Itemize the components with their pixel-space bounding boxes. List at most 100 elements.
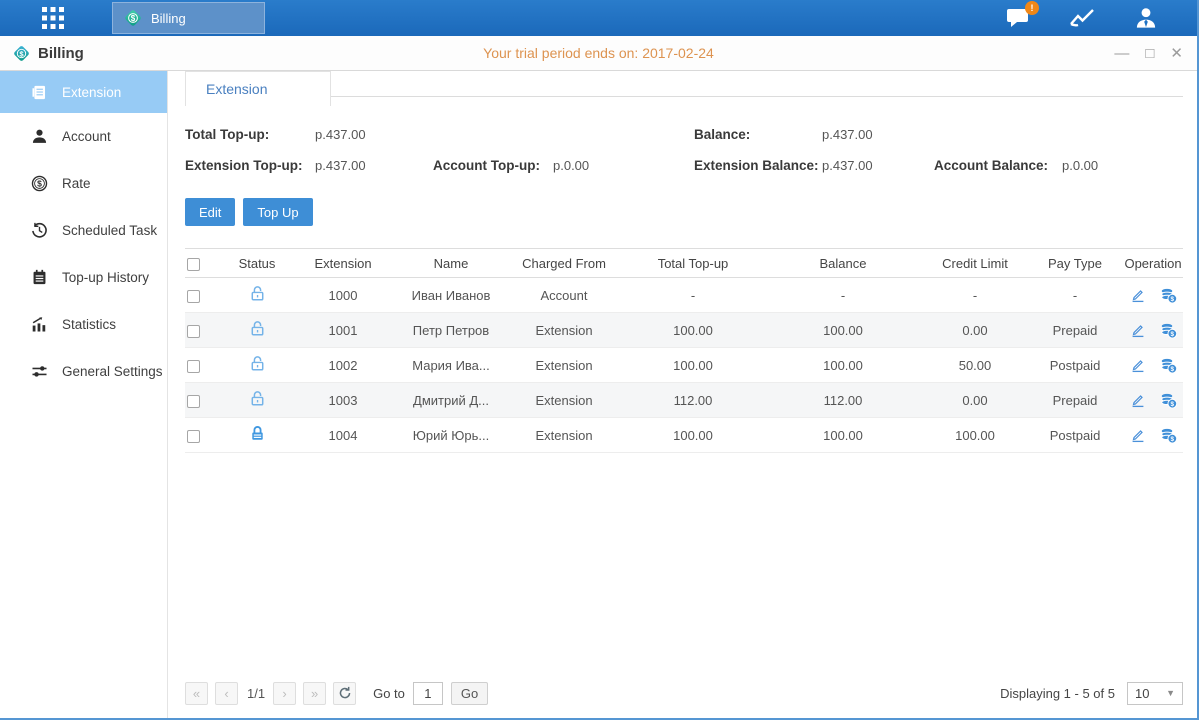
- svg-text:$: $: [1170, 436, 1174, 443]
- tab-extension[interactable]: Extension: [185, 71, 331, 106]
- reports-button[interactable]: [1067, 3, 1097, 33]
- select-all-checkbox[interactable]: [187, 258, 200, 271]
- minimize-button[interactable]: —: [1114, 46, 1129, 61]
- status-lock-icon: [221, 355, 293, 375]
- balance-value: р.437.00: [822, 127, 873, 142]
- row-checkbox[interactable]: [187, 395, 200, 408]
- refresh-icon: [338, 686, 352, 700]
- cell-name: Мария Ива...: [393, 358, 509, 373]
- refresh-button[interactable]: [333, 682, 356, 705]
- col-name: Name: [393, 256, 509, 271]
- sidebar-item-statistics[interactable]: Statistics: [0, 301, 167, 348]
- cell-balance: -: [767, 288, 919, 303]
- sidebar-item-extension[interactable]: Extension: [0, 71, 167, 113]
- cell-credit-limit: 0.00: [919, 393, 1031, 408]
- billing-app-window: $ Billing !: [0, 0, 1199, 720]
- edit-row-icon[interactable]: [1130, 357, 1146, 373]
- sidebar-item-label: Top-up History: [62, 270, 149, 285]
- row-checkbox[interactable]: [187, 430, 200, 443]
- row-checkbox[interactable]: [187, 325, 200, 338]
- go-button[interactable]: Go: [451, 682, 488, 705]
- taskbar-billing-tab[interactable]: $ Billing: [112, 2, 265, 34]
- cell-name: Юрий Юрь...: [393, 428, 509, 443]
- col-extension: Extension: [293, 256, 393, 271]
- cell-extension: 1001: [293, 323, 393, 338]
- general-settings-icon: [30, 363, 48, 381]
- cell-pay-type: -: [1031, 288, 1119, 303]
- user-menu-button[interactable]: [1131, 3, 1161, 33]
- table-row: 1003 Дмитрий Д... Extension 112.00 112.0…: [185, 383, 1183, 418]
- cell-charged-from: Extension: [509, 393, 619, 408]
- tab-strip: Extension: [185, 71, 1183, 106]
- cell-extension: 1004: [293, 428, 393, 443]
- displaying-info: Displaying 1 - 5 of 5: [1000, 686, 1115, 701]
- grid-icon: [40, 5, 66, 31]
- svg-text:$: $: [1170, 331, 1174, 338]
- messages-button[interactable]: !: [1003, 3, 1033, 33]
- app-grid-icon[interactable]: [33, 3, 73, 33]
- topup-row-icon[interactable]: $: [1160, 427, 1177, 444]
- col-credit-limit: Credit Limit: [919, 256, 1031, 271]
- prev-page-button[interactable]: ‹: [215, 682, 238, 705]
- cell-extension: 1002: [293, 358, 393, 373]
- scheduled-task-icon: [30, 222, 48, 240]
- col-total-topup: Total Top-up: [619, 256, 767, 271]
- svg-text:$: $: [37, 179, 42, 189]
- sidebar: Extension Account $ Rate: [0, 71, 168, 718]
- sidebar-item-rate[interactable]: $ Rate: [0, 160, 167, 207]
- main-content: Extension Total Top-up: р.437.00 Extensi…: [168, 71, 1197, 718]
- balance-summary: Total Top-up: р.437.00 Extension Top-up:…: [185, 119, 1183, 181]
- extension-topup-label: Extension Top-up:: [185, 158, 315, 173]
- sidebar-item-label: General Settings: [62, 364, 163, 379]
- goto-page-input[interactable]: [413, 682, 443, 705]
- sidebar-item-general-settings[interactable]: General Settings: [0, 348, 167, 395]
- cell-balance: 100.00: [767, 358, 919, 373]
- page-size-value: 10: [1135, 686, 1149, 701]
- svg-text:$: $: [1170, 366, 1174, 373]
- cell-pay-type: Postpaid: [1031, 428, 1119, 443]
- sidebar-item-topup-history[interactable]: Top-up History: [0, 254, 167, 301]
- cell-total-topup: 100.00: [619, 358, 767, 373]
- edit-row-icon[interactable]: [1130, 427, 1146, 443]
- last-page-button[interactable]: »: [303, 682, 326, 705]
- topup-row-icon[interactable]: $: [1160, 392, 1177, 409]
- tab-strip-divider: [331, 96, 1183, 97]
- cell-balance: 100.00: [767, 323, 919, 338]
- maximize-button[interactable]: □: [1145, 46, 1154, 61]
- close-button[interactable]: ✕: [1170, 46, 1183, 61]
- page-size-select[interactable]: 10 ▼: [1127, 682, 1183, 705]
- sidebar-item-account[interactable]: Account: [0, 113, 167, 160]
- goto-label: Go to: [373, 686, 405, 701]
- edit-row-icon[interactable]: [1130, 392, 1146, 408]
- topup-row-icon[interactable]: $: [1160, 287, 1177, 304]
- cell-charged-from: Extension: [509, 428, 619, 443]
- topup-row-icon[interactable]: $: [1160, 357, 1177, 374]
- cell-extension: 1000: [293, 288, 393, 303]
- svg-text:$: $: [131, 14, 136, 23]
- row-checkbox[interactable]: [187, 360, 200, 373]
- topup-button[interactable]: Top Up: [243, 198, 312, 226]
- sidebar-item-label: Account: [62, 129, 111, 144]
- cell-balance: 100.00: [767, 428, 919, 443]
- first-page-button[interactable]: «: [185, 682, 208, 705]
- billing-diamond-icon: $: [12, 44, 31, 63]
- topup-row-icon[interactable]: $: [1160, 322, 1177, 339]
- extension-icon: [30, 83, 48, 101]
- cell-total-topup: 100.00: [619, 323, 767, 338]
- row-checkbox[interactable]: [187, 290, 200, 303]
- edit-row-icon[interactable]: [1130, 322, 1146, 338]
- extension-balance-label: Extension Balance:: [694, 158, 822, 173]
- trial-notice: Your trial period ends on: 2017-02-24: [0, 45, 1197, 61]
- next-page-button[interactable]: ›: [273, 682, 296, 705]
- edit-button[interactable]: Edit: [185, 198, 235, 226]
- sidebar-item-scheduled-task[interactable]: Scheduled Task: [0, 207, 167, 254]
- topup-history-icon: [30, 269, 48, 287]
- account-balance-label: Account Balance:: [934, 158, 1062, 173]
- edit-row-icon[interactable]: [1130, 287, 1146, 303]
- cell-total-topup: 100.00: [619, 428, 767, 443]
- sidebar-item-label: Statistics: [62, 317, 116, 332]
- account-icon: [30, 128, 48, 146]
- cell-charged-from: Extension: [509, 358, 619, 373]
- account-topup-label: Account Top-up:: [433, 158, 553, 173]
- cell-credit-limit: 50.00: [919, 358, 1031, 373]
